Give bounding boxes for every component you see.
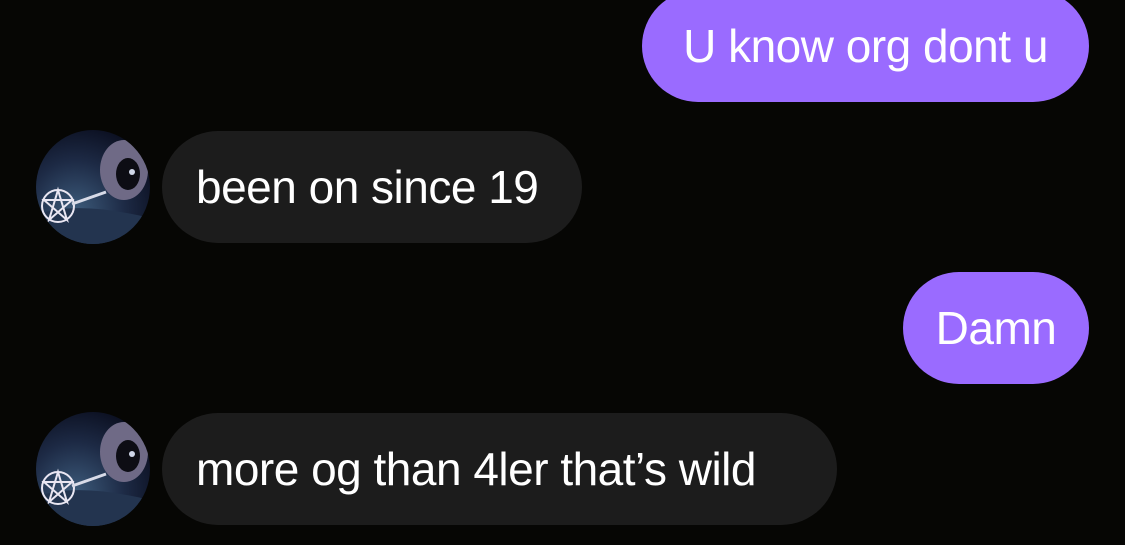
message-thread: U know org dont u been on since 19 Damn bbox=[0, 0, 1125, 545]
avatar-image bbox=[36, 422, 150, 526]
contact-avatar[interactable] bbox=[36, 130, 150, 244]
avatar-image bbox=[36, 140, 150, 244]
incoming-message-bubble[interactable]: more og than 4ler that’s wild bbox=[162, 413, 837, 525]
outgoing-message-bubble[interactable]: Damn bbox=[903, 272, 1089, 384]
message-text: more og than 4ler that’s wild bbox=[196, 443, 756, 495]
incoming-message-bubble[interactable]: been on since 19 bbox=[162, 131, 582, 243]
contact-avatar[interactable] bbox=[36, 412, 150, 526]
message-text: been on since 19 bbox=[196, 161, 539, 213]
outgoing-message-bubble[interactable]: U know org dont u bbox=[642, 0, 1089, 102]
message-text: Damn bbox=[935, 302, 1057, 354]
message-text: U know org dont u bbox=[683, 20, 1048, 72]
